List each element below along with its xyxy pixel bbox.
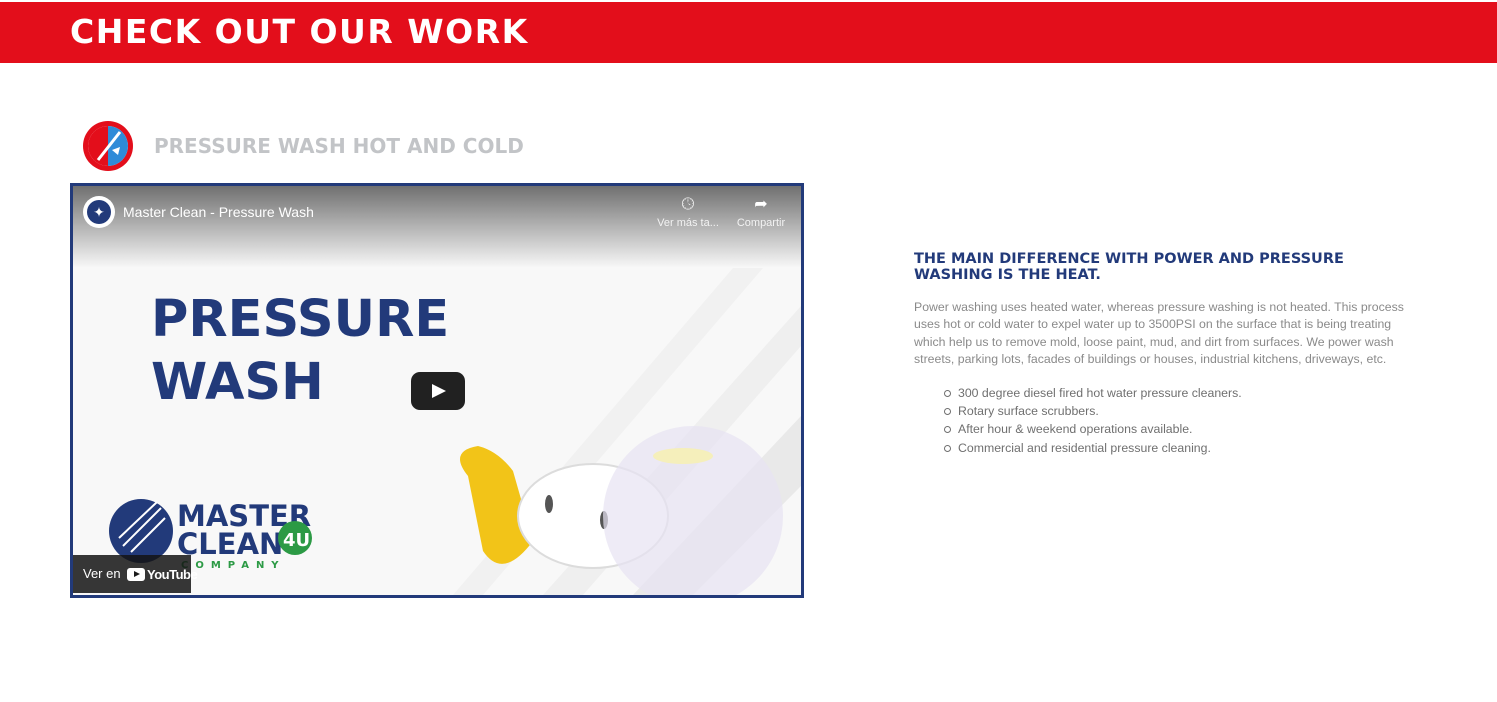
- list-item: 300 degree diesel fired hot water pressu…: [944, 384, 1242, 402]
- channel-avatar[interactable]: ✦: [83, 196, 115, 228]
- clock-icon: 🕓︎: [681, 196, 695, 213]
- watch-on-youtube-button[interactable]: Ver en YouTube: [73, 555, 198, 593]
- list-item: After hour & weekend operations availabl…: [944, 420, 1242, 438]
- share-label: Compartir: [736, 217, 786, 229]
- brand-line-2: CLEAN: [177, 527, 283, 561]
- brand-badge: 4U: [283, 530, 310, 551]
- youtube-play-icon: [127, 568, 145, 581]
- watch-later-button[interactable]: 🕓︎ Ver más ta...: [653, 194, 723, 230]
- share-button[interactable]: ➦ Compartir: [726, 194, 796, 230]
- youtube-wordmark: YouTube: [147, 567, 198, 582]
- thumbnail-headline-2: WASH: [151, 353, 324, 412]
- list-item: Rotary surface scrubbers.: [944, 402, 1242, 420]
- video-title-link[interactable]: Master Clean - Pressure Wash: [123, 202, 314, 222]
- description-heading: THE MAIN DIFFERENCE WITH POWER AND PRESS…: [914, 251, 1344, 283]
- play-button[interactable]: [411, 372, 465, 410]
- youtube-video-embed[interactable]: PRESSURE WASH MASTER CLEAN 4U COMPANY ✦ …: [70, 183, 804, 598]
- share-icon: ➦: [754, 196, 768, 213]
- banner-title: CHECK OUT OUR WORK: [70, 12, 529, 51]
- pressure-wash-logo-icon: [83, 121, 133, 171]
- channel-avatar-icon: ✦: [87, 200, 111, 224]
- list-item: Commercial and residential pressure clea…: [944, 439, 1242, 457]
- thumbnail-headline-1: PRESSURE: [151, 290, 449, 349]
- watch-on-label: Ver en: [83, 566, 121, 581]
- features-list: 300 degree diesel fired hot water pressu…: [944, 384, 1242, 457]
- header-banner: CHECK OUT OUR WORK: [0, 2, 1497, 63]
- service-title: PRESSURE WASH HOT AND COLD: [154, 134, 524, 158]
- description-body: Power washing uses heated water, whereas…: [914, 300, 1404, 366]
- watch-later-label: Ver más ta...: [657, 217, 719, 229]
